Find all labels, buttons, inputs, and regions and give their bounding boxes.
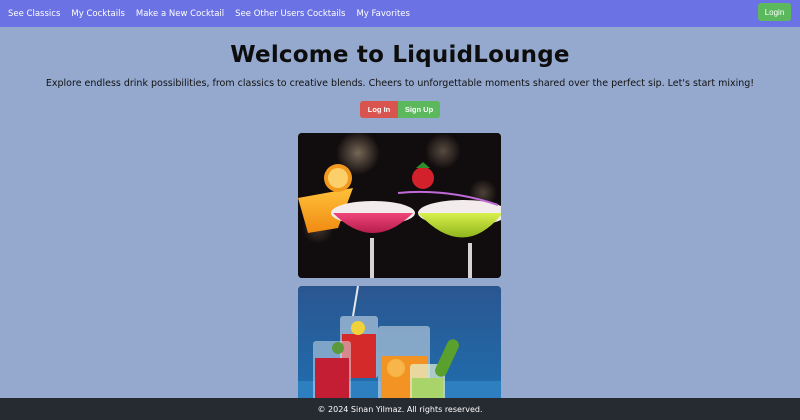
hero-subtitle: Explore endless drink possibilities, fro… <box>45 78 755 89</box>
nav-login-button[interactable]: Login <box>758 3 791 21</box>
nav-link-my-cocktails[interactable]: My Cocktails <box>71 9 125 19</box>
margaritas-illustration <box>298 133 501 278</box>
nav-link-see-classics[interactable]: See Classics <box>8 9 60 19</box>
auth-button-group: Log In Sign Up <box>360 101 440 118</box>
margaritas-photo <box>298 133 501 278</box>
top-navbar: See Classics My Cocktails Make a New Coc… <box>0 0 800 27</box>
mixed-cocktails-illustration <box>298 286 501 406</box>
mixed-cocktails-photo <box>298 286 501 406</box>
nav-link-my-favorites[interactable]: My Favorites <box>356 9 409 19</box>
page-footer: © 2024 Sinan Yilmaz. All rights reserved… <box>0 398 800 420</box>
nav-links: See Classics My Cocktails Make a New Coc… <box>0 9 421 19</box>
nav-link-other-users-cocktails[interactable]: See Other Users Cocktails <box>235 9 345 19</box>
page-title: Welcome to LiquidLounge <box>230 42 570 68</box>
nav-link-make-new-cocktail[interactable]: Make a New Cocktail <box>136 9 224 19</box>
sign-up-button[interactable]: Sign Up <box>398 101 440 118</box>
hero-section: Welcome to LiquidLounge Explore endless … <box>0 42 800 89</box>
footer-copyright: © 2024 Sinan Yilmaz. All rights reserved… <box>317 404 483 414</box>
log-in-button[interactable]: Log In <box>360 101 398 118</box>
